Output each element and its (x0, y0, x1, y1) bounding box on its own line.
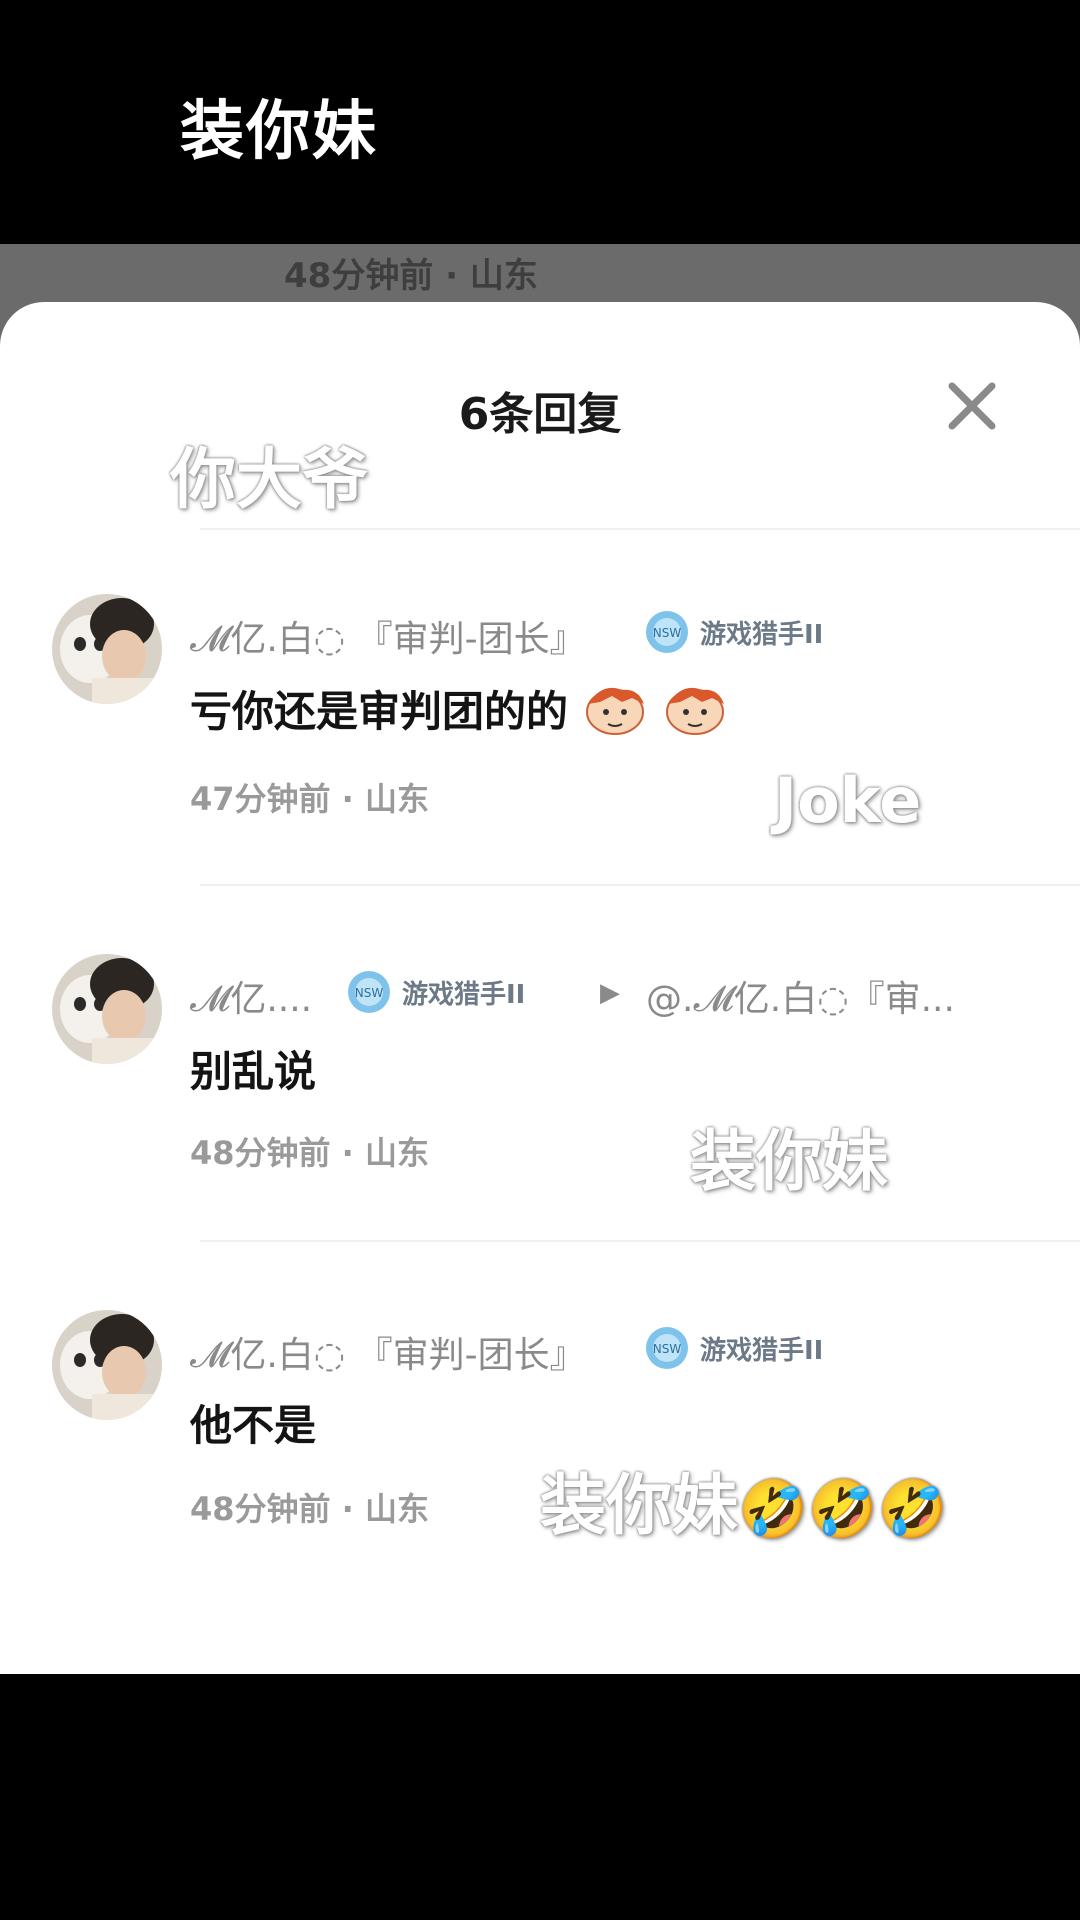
badge-icon: NSW (646, 1327, 688, 1369)
badge-label: 游戏猎手II (402, 979, 526, 1010)
username[interactable]: 𝓜亿.白◌ 『审判-团长』 (190, 1326, 586, 1378)
cartoon-face-emoji (586, 687, 645, 735)
sheet-title: 6条回复 (458, 389, 622, 440)
badge-icon: NSW (348, 971, 390, 1013)
user-badge: NSW 游戏猎手II (644, 608, 823, 656)
comment-text-body: 别乱说 (190, 1047, 317, 1096)
laughing-emoji: 🤣🤣🤣 (738, 1477, 948, 1542)
svg-text:NSW: NSW (355, 986, 384, 1000)
divider (200, 884, 1080, 886)
reply-arrow-icon: ▶ (600, 978, 620, 1008)
user-badge: NSW 游戏猎手II (346, 968, 525, 1016)
close-icon (948, 382, 996, 430)
overlay-caption: 装你妹 (690, 1123, 888, 1200)
cartoon-face-emoji (666, 687, 725, 735)
comment-text-body: 他不是 (190, 1401, 317, 1450)
background-comment-meta: 48分钟前 · 山东 (284, 256, 538, 296)
bottom-bar (0, 1674, 1080, 1920)
close-button[interactable] (940, 374, 1004, 438)
avatar[interactable] (52, 954, 162, 1064)
comment-meta: 48分钟前 · 山东 (190, 1490, 429, 1528)
reply-target[interactable]: @.𝓜亿.白◌『审... (646, 970, 955, 1022)
comment-text: 别乱说 (190, 1038, 316, 1099)
avatar[interactable] (52, 1310, 162, 1420)
username[interactable]: 𝓜亿.白◌ 『审判-团长』 (190, 610, 586, 662)
comment-text: 亏你还是审判团的的 (190, 678, 728, 739)
comment-text: 他不是 (190, 1392, 316, 1453)
comment-meta: 47分钟前 · 山东 (190, 780, 429, 818)
badge-icon: NSW (646, 611, 688, 653)
comment-text-body: 亏你还是审判团的的 (190, 687, 569, 736)
badge-label: 游戏猎手II (700, 1335, 824, 1366)
overlay-caption: 装你妹🤣🤣🤣 (540, 1452, 947, 1548)
avatar[interactable] (52, 594, 162, 704)
overlay-caption: 你大爷 (170, 441, 368, 518)
badge-label: 游戏猎手II (700, 619, 824, 650)
replies-sheet: 6条回复 𝓜亿.白◌ 『审判-团长』 NSW 游戏猎手II 亏你还是审判团的的 (0, 302, 1080, 1674)
comment-meta: 48分钟前 · 山东 (190, 1134, 429, 1172)
overlay-caption-text: 装你妹 (540, 1467, 738, 1544)
divider (200, 528, 1080, 530)
user-badge: NSW 游戏猎手II (644, 1324, 823, 1372)
svg-text:NSW: NSW (653, 1342, 682, 1356)
overlay-caption: Joke (774, 764, 922, 837)
svg-text:NSW: NSW (653, 626, 682, 640)
username[interactable]: 𝓜亿.... (190, 970, 312, 1022)
divider (200, 1240, 1080, 1242)
top-caption: 装你妹 (180, 95, 378, 169)
